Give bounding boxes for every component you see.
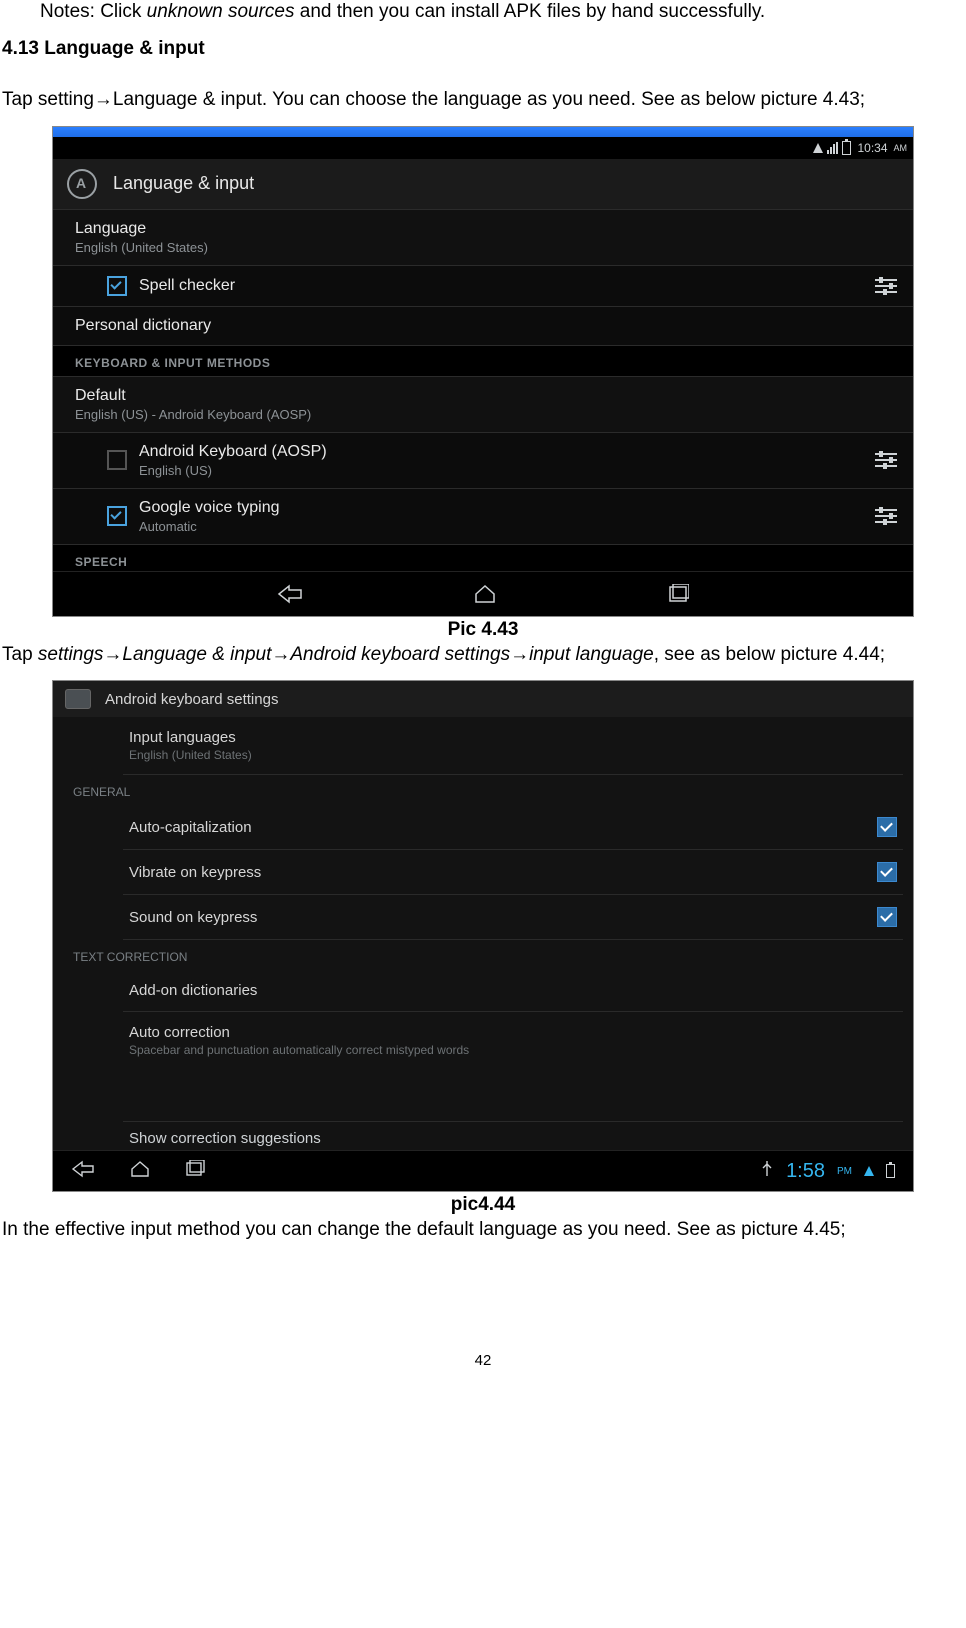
page-number: 42 [0,1352,966,1369]
nav-back-icon[interactable] [277,584,303,604]
default-label: Default [75,387,311,405]
input-languages-value: English (United States) [129,748,252,762]
notes-italic: unknown sources [147,1,295,22]
section-heading: 4.13 Language & input [2,38,964,60]
nav-bar [53,571,913,616]
row-personal-dictionary[interactable]: Personal dictionary [53,306,913,345]
signal-icon [827,142,838,154]
vibrate-label: Vibrate on keypress [129,864,261,881]
sliders-icon[interactable] [875,277,897,295]
row-sound[interactable]: Sound on keypress [123,895,903,940]
aosp-label: Android Keyboard (AOSP) [139,443,327,461]
default-value: English (US) - Android Keyboard (AOSP) [75,407,311,422]
checkbox-checked-icon[interactable] [877,907,897,927]
screenshot-443: 10:34 AM Language & input Language Engli… [52,126,914,617]
status-time-suffix: AM [894,143,908,153]
caption-444: pic4.44 [0,1194,966,1216]
language-value: English (United States) [75,240,208,255]
row-show-suggestions[interactable]: Show correction suggestions [123,1121,903,1147]
battery-icon [842,141,851,155]
caption-443: Pic 4.43 [0,619,966,641]
nav-home-icon[interactable] [129,1160,151,1183]
nav-home-icon[interactable] [473,584,497,604]
addon-label: Add-on dictionaries [129,982,257,999]
row-default[interactable]: Default English (US) - Android Keyboard … [53,376,913,432]
notes-paragraph: Notes: Click unknown sources and then yo… [2,0,964,24]
clock-suffix: PM [837,1166,852,1177]
nav-recent-icon[interactable] [667,584,689,604]
auto-corr-label: Auto correction [129,1024,469,1041]
row-auto-correction[interactable]: Auto correction Spacebar and punctuation… [123,1012,903,1069]
status-bar: 10:34 AM [53,137,913,159]
input-languages-label: Input languages [129,729,252,746]
notes-prefix: Notes: Click [40,1,147,22]
checkbox-icon[interactable] [107,506,127,526]
checkbox-icon[interactable] [107,450,127,470]
section-text-correction: TEXT CORRECTION [73,940,903,970]
settings-title: Language & input [113,173,254,194]
row-google-voice[interactable]: Google voice typing Automatic [53,488,913,544]
spell-checker-label: Spell checker [139,277,235,295]
settings-header-2: Android keyboard settings [53,681,913,717]
section-speech: SPEECH [53,544,913,571]
row-language[interactable]: Language English (United States) [53,209,913,265]
aosp-value: English (US) [139,463,327,478]
language-label: Language [75,220,208,238]
checkbox-icon[interactable] [107,276,127,296]
row-addon-dict[interactable]: Add-on dictionaries [123,970,903,1012]
row-android-keyboard[interactable]: Android Keyboard (AOSP) English (US) [53,432,913,488]
personal-dictionary-label: Personal dictionary [75,317,211,335]
sliders-icon[interactable] [875,451,897,469]
section-general: GENERAL [73,775,903,805]
usb-icon [760,1160,774,1183]
clock-time: 1:58 [786,1160,825,1183]
window-top-strip [53,127,913,137]
keyboard-icon [65,689,91,709]
wifi-icon [813,143,823,153]
row-vibrate[interactable]: Vibrate on keypress [123,850,903,895]
nav-recent-icon[interactable] [185,1160,205,1183]
checkbox-checked-icon[interactable] [877,817,897,837]
status-time: 10:34 [857,141,887,155]
paragraph-443: Tap setting→Language & input. You can ch… [2,88,964,112]
checkbox-checked-icon[interactable] [877,862,897,882]
battery-icon [886,1164,895,1178]
gvoice-value: Automatic [139,519,280,534]
section-keyboard-input: KEYBOARD & INPUT METHODS [53,345,913,376]
row-spell-checker[interactable]: Spell checker [53,265,913,306]
settings-title-2: Android keyboard settings [105,691,278,708]
gvoice-label: Google voice typing [139,499,280,517]
nav-bar-2: 1:58 PM [53,1150,913,1191]
auto-cap-label: Auto-capitalization [129,819,252,836]
row-auto-cap[interactable]: Auto-capitalization [123,805,903,850]
paragraph-445: In the effective input method you can ch… [2,1218,964,1242]
notes-suffix: and then you can install APK files by ha… [295,1,766,22]
row-input-languages[interactable]: Input languages English (United States) [123,717,903,775]
paragraph-444: Tap settings→Language & input→Android ke… [2,643,964,667]
sliders-icon[interactable] [875,507,897,525]
screenshot-444: Android keyboard settings Input language… [52,680,914,1192]
settings-header: Language & input [53,159,913,209]
auto-corr-sub: Spacebar and punctuation automatically c… [129,1043,469,1057]
nav-back-icon[interactable] [71,1160,95,1183]
wifi-icon [864,1166,874,1176]
sound-label: Sound on keypress [129,909,257,926]
language-icon [67,169,97,199]
